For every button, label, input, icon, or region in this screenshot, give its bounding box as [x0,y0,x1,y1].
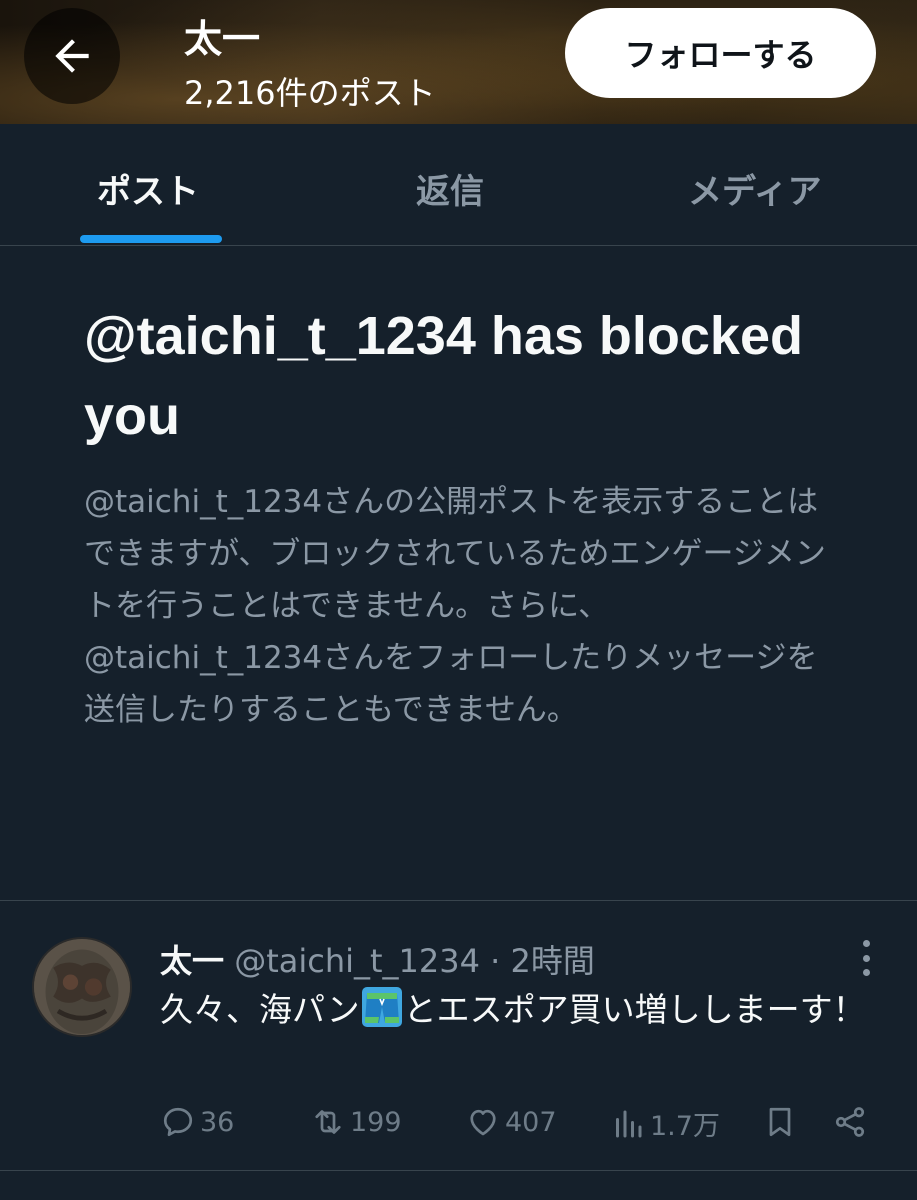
repost-count: 199 [350,1106,402,1138]
active-tab-indicator [80,235,222,243]
post-count: 2,216件のポスト [184,74,436,112]
tab-media[interactable]: メディア [688,164,822,213]
reply-button[interactable]: 36 [160,1104,234,1140]
repost-button[interactable]: 199 [310,1104,402,1140]
shorts-icon [361,987,402,1027]
avatar[interactable] [32,937,132,1037]
post-timestamp[interactable]: 2時間 [511,942,595,980]
views-count: 1.7万 [650,1111,720,1142]
post-actions: 36 199 407 1.7万 [160,1104,880,1148]
reply-icon [163,1107,193,1137]
blocked-description: @taichi_t_1234さんの公開ポストを表示することはできますが、ブロック… [84,484,826,728]
like-button[interactable]: 407 [465,1104,557,1140]
arrow-left-icon [55,39,89,73]
post-handle[interactable]: @taichi_t_1234 [234,942,480,980]
repost-icon [315,1110,341,1134]
reply-count: 36 [200,1106,235,1138]
heart-icon [470,1109,496,1136]
profile-tabs: ポスト 返信 メディア [0,124,917,246]
divider [0,1170,917,1171]
post-author-name[interactable]: 太一 [160,942,224,980]
post-meta: 太一 @taichi_t_1234 · 2時間 [160,936,595,982]
post-text-before: 久々、海パン [160,990,360,1029]
meta-separator: · [490,942,501,980]
back-button[interactable] [24,8,120,104]
blocked-title: @taichi_t_1234 has blocked you [84,306,803,446]
avatar-image [34,939,130,1035]
views-button[interactable]: 1.7万 [610,1104,720,1143]
share-icon [835,1107,865,1137]
profile-name: 太一 [184,17,261,61]
tab-replies[interactable]: 返信 [416,164,484,213]
profile-header: 太一 2,216件のポスト フォローする [0,0,917,124]
more-options-icon[interactable] [852,940,880,976]
bar-chart-icon [616,1110,642,1137]
post-text-after: とエスポア買い増ししまーす！ [403,990,866,1029]
share-button[interactable] [832,1104,868,1140]
like-count: 407 [505,1106,557,1138]
post-text: 久々、海パン とエスポア買い増ししまーす！ [160,984,880,1036]
follow-button[interactable]: フォローする [565,8,876,98]
bookmark-icon [769,1107,791,1137]
divider [0,900,917,901]
bookmark-button[interactable] [762,1104,798,1140]
tab-posts[interactable]: ポスト [97,164,199,213]
